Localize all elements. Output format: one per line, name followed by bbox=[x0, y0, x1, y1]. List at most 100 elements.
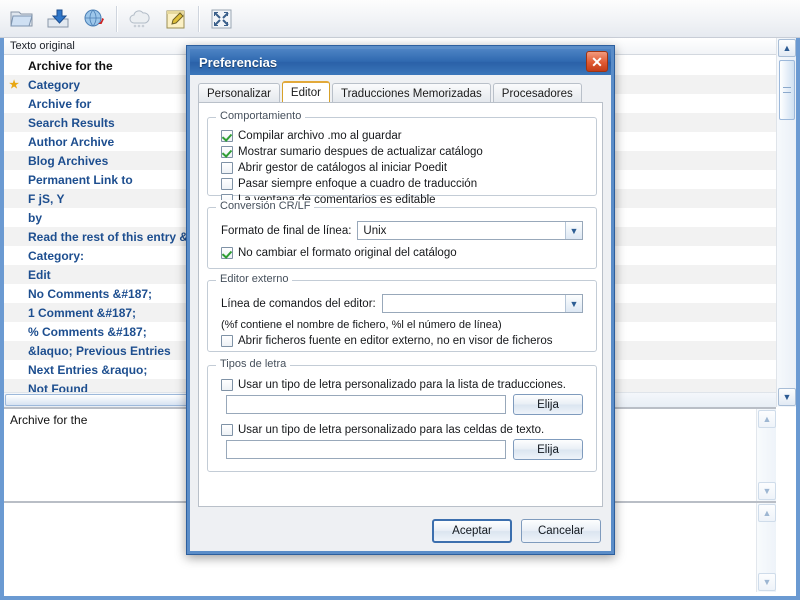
source-scroll-down-icon[interactable]: ▼ bbox=[758, 482, 776, 500]
star-placeholder-icon: ★ bbox=[4, 173, 24, 186]
main-toolbar bbox=[0, 0, 800, 38]
dialog-tabstrip: Personalizar Editor Traducciones Memorizad… bbox=[198, 81, 603, 103]
list-font-checkbox[interactable]: Usar un tipo de letra personalizado para… bbox=[221, 377, 566, 392]
list-item-label: Category: bbox=[28, 248, 85, 263]
cancel-button[interactable]: Cancelar bbox=[521, 519, 601, 543]
eol-format-value: Unix bbox=[363, 224, 387, 237]
open-source-in-editor-checkbox[interactable]: Abrir ficheros fuente en editor externo,… bbox=[221, 333, 553, 348]
behavior-option-3[interactable]: Pasar siempre enfoque a cuadro de traduc… bbox=[221, 176, 483, 191]
target-scroll-up-icon[interactable]: ▲ bbox=[758, 504, 776, 522]
editor-command-row: Línea de comandos del editor: ▼ bbox=[221, 294, 583, 313]
list-font-choose-button[interactable]: Elija bbox=[513, 394, 583, 415]
cloud-icon[interactable] bbox=[123, 3, 157, 35]
star-placeholder-icon: ★ bbox=[4, 116, 24, 129]
behavior-option-label: Pasar siempre enfoque a cuadro de traduc… bbox=[238, 177, 478, 190]
list-item-label: Author Archive bbox=[28, 134, 115, 149]
source-text-value: Archive for the bbox=[10, 413, 88, 427]
scroll-thumb-grip bbox=[783, 87, 791, 93]
open-source-in-editor-label: Abrir ficheros fuente en editor externo,… bbox=[238, 334, 553, 347]
list-item-label: &laquo; Previous Entries bbox=[28, 343, 171, 358]
checkbox-icon[interactable] bbox=[221, 129, 233, 142]
list-font-label: Usar un tipo de letra personalizado para… bbox=[238, 378, 566, 391]
list-item-label: Category bbox=[28, 77, 81, 92]
checkbox-icon[interactable] bbox=[221, 423, 233, 436]
behavior-option-label: Mostrar sumario despues de actualizar ca… bbox=[238, 145, 483, 158]
behavior-option-label: Compilar archivo .mo al guardar bbox=[238, 129, 402, 142]
cell-font-choose-button[interactable]: Elija bbox=[513, 439, 583, 460]
cell-font-checkbox[interactable]: Usar un tipo de letra personalizado para… bbox=[221, 422, 544, 437]
list-item-label: Archive for bbox=[28, 96, 92, 111]
star-placeholder-icon: ★ bbox=[4, 306, 24, 319]
star-placeholder-icon: ★ bbox=[4, 268, 24, 281]
list-item-label: Not Found bbox=[28, 381, 88, 393]
list-font-input[interactable] bbox=[226, 395, 506, 414]
group-editor-externo-legend: Editor externo bbox=[216, 273, 293, 285]
cell-font-input[interactable] bbox=[226, 440, 506, 459]
chevron-down-icon[interactable]: ▼ bbox=[565, 222, 582, 239]
group-crlf: Conversión CR/LF Formato de final de lín… bbox=[207, 200, 597, 269]
list-vertical-scrollbar[interactable]: ▲ ▼ bbox=[776, 38, 796, 407]
fullscreen-icon[interactable] bbox=[205, 3, 239, 35]
close-icon[interactable]: ✕ bbox=[586, 51, 608, 72]
scroll-up-icon[interactable]: ▲ bbox=[778, 39, 796, 57]
checkbox-icon[interactable] bbox=[221, 177, 233, 190]
list-item-label: No Comments &#187; bbox=[28, 286, 153, 301]
target-scroll-down-icon[interactable]: ▼ bbox=[758, 573, 776, 591]
behavior-options: Compilar archivo .mo al guardar Mostrar s… bbox=[221, 128, 483, 208]
list-item-label: 1 Comment &#187; bbox=[28, 305, 137, 320]
list-item-label: % Comments &#187; bbox=[28, 324, 147, 339]
edit-notepad-icon[interactable] bbox=[159, 3, 193, 35]
checkbox-icon[interactable] bbox=[221, 145, 233, 158]
tab-editor[interactable]: Editor bbox=[281, 81, 330, 103]
tab-personalizar[interactable]: Personalizar bbox=[198, 83, 280, 103]
eol-format-combobox[interactable]: Unix ▼ bbox=[357, 221, 583, 240]
list-vscroll-thumb[interactable] bbox=[779, 60, 795, 120]
group-tipos-de-letra-legend: Tipos de letra bbox=[216, 358, 291, 370]
checkbox-icon[interactable] bbox=[221, 378, 233, 391]
checkbox-icon[interactable] bbox=[221, 246, 233, 259]
group-comportamiento: Comportamiento Compilar archivo .mo al g… bbox=[207, 110, 597, 206]
tab-page-editor: Comportamiento Compilar archivo .mo al g… bbox=[198, 102, 603, 507]
list-item-label: Edit bbox=[28, 267, 51, 282]
behavior-option-1[interactable]: Mostrar sumario despues de actualizar ca… bbox=[221, 144, 483, 159]
eol-format-label: Formato de final de línea: bbox=[221, 224, 352, 237]
dialog-titlebar[interactable]: Preferencias ✕ bbox=[190, 49, 611, 75]
scroll-down-icon[interactable]: ▼ bbox=[778, 388, 796, 406]
update-globe-icon[interactable] bbox=[77, 3, 111, 35]
checkbox-icon[interactable] bbox=[221, 161, 233, 174]
behavior-option-2[interactable]: Abrir gestor de catálogos al iniciar Poe… bbox=[221, 160, 483, 175]
editor-command-combobox[interactable]: ▼ bbox=[381, 294, 583, 313]
star-placeholder-icon: ★ bbox=[4, 192, 24, 205]
chevron-down-icon[interactable]: ▼ bbox=[565, 295, 582, 312]
dialog-body: Personalizar Editor Traducciones Memorizad… bbox=[190, 75, 611, 551]
target-pane-scrollbar[interactable]: ▲ ▼ bbox=[756, 503, 776, 592]
accept-button[interactable]: Aceptar bbox=[432, 519, 512, 543]
source-scroll-up-icon[interactable]: ▲ bbox=[758, 410, 776, 428]
open-folder-icon[interactable] bbox=[5, 3, 39, 35]
eol-format-row: Formato de final de línea: Unix ▼ bbox=[221, 221, 583, 240]
tab-procesadores[interactable]: Procesadores bbox=[492, 83, 582, 103]
star-placeholder-icon: ★ bbox=[4, 325, 24, 338]
star-placeholder-icon: ★ bbox=[4, 287, 24, 300]
behavior-option-0[interactable]: Compilar archivo .mo al guardar bbox=[221, 128, 483, 143]
list-font-value bbox=[227, 400, 231, 412]
toolbar-separator-2 bbox=[198, 5, 200, 32]
save-icon[interactable] bbox=[41, 3, 75, 35]
preferences-dialog: Preferencias ✕ Personalizar Editor Traducc… bbox=[186, 45, 615, 555]
list-item-label: by bbox=[28, 210, 43, 225]
star-placeholder-icon: ★ bbox=[4, 211, 24, 224]
behavior-option-label: Abrir gestor de catálogos al iniciar Poe… bbox=[238, 161, 448, 174]
list-item-label: F jS, Y bbox=[28, 191, 65, 206]
dialog-title: Preferencias bbox=[199, 54, 278, 70]
source-pane-scrollbar[interactable]: ▲ ▼ bbox=[756, 409, 776, 501]
group-tipos-de-letra: Tipos de letra Usar un tipo de letra per… bbox=[207, 358, 597, 472]
dialog-footer: Aceptar Cancelar bbox=[432, 519, 601, 543]
cell-font-label: Usar un tipo de letra personalizado para… bbox=[238, 423, 545, 436]
keep-original-format-checkbox[interactable]: No cambiar el formato original del catál… bbox=[221, 245, 457, 260]
star-placeholder-icon: ★ bbox=[4, 135, 24, 148]
toolbar-separator-1 bbox=[116, 5, 118, 32]
checkbox-icon[interactable] bbox=[221, 334, 233, 347]
tab-traducciones-memorizadas[interactable]: Traducciones Memorizadas bbox=[331, 83, 491, 103]
star-icon: ★ bbox=[9, 79, 19, 91]
list-item-label: Blog Archives bbox=[28, 153, 109, 168]
